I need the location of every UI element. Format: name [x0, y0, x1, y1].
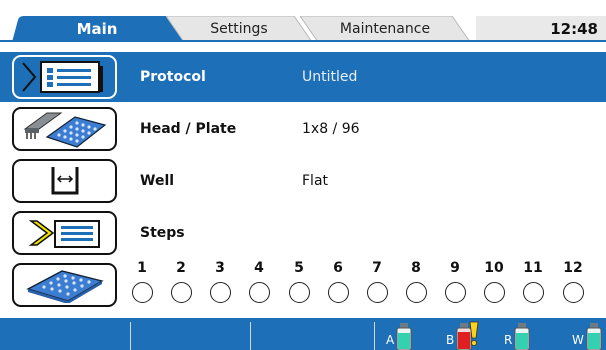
- reagent-a[interactable]: A: [386, 320, 412, 350]
- steps-button[interactable]: [12, 211, 117, 255]
- column-number: 5: [294, 260, 304, 276]
- column-10[interactable]: 10: [479, 258, 509, 303]
- steps-label: Steps: [140, 225, 185, 241]
- tab-bar: Main Settings Maintenance 12:48: [0, 0, 606, 42]
- column-toggle[interactable]: [405, 282, 427, 303]
- column-number: 12: [563, 260, 583, 276]
- tab-maintenance-label: Maintenance: [339, 21, 431, 37]
- column-12[interactable]: 12: [558, 258, 588, 303]
- row-head-plate[interactable]: Head / Plate 1x8 / 96: [0, 104, 606, 154]
- column-toggle[interactable]: [209, 282, 231, 303]
- tab-settings[interactable]: Settings: [166, 16, 312, 42]
- reagent-letter: A: [386, 333, 395, 347]
- column-number: 6: [333, 260, 343, 276]
- status-divider: [374, 322, 375, 350]
- bottle-warning-icon: [456, 321, 479, 350]
- status-divider: [250, 322, 251, 350]
- protocol-button[interactable]: [12, 55, 117, 99]
- plate-button[interactable]: [12, 263, 117, 307]
- column-number: 3: [215, 260, 225, 276]
- column-1[interactable]: 1: [127, 258, 157, 303]
- steps-list-icon: [28, 220, 100, 248]
- status-bar: A B R W: [0, 318, 606, 350]
- column-selector: 1 2 3 4 5 6 7 8 9 10 11 12: [127, 258, 597, 312]
- row-steps[interactable]: Steps: [0, 208, 606, 258]
- column-toggle[interactable]: [522, 282, 544, 303]
- column-toggle[interactable]: [288, 282, 310, 303]
- column-toggle[interactable]: [131, 282, 153, 303]
- tab-settings-label: Settings: [210, 21, 268, 37]
- well-shape-icon: [51, 167, 78, 195]
- row-protocol[interactable]: Protocol Untitled: [0, 52, 606, 102]
- well-value: Flat: [302, 173, 329, 189]
- protocol-label: Protocol: [140, 69, 206, 85]
- column-6[interactable]: 6: [323, 258, 353, 303]
- head-plate-value: 1x8 / 96: [302, 121, 360, 137]
- clock: 12:48: [476, 16, 606, 42]
- protocol-list-icon: [21, 61, 103, 93]
- bottle-icon: [396, 323, 412, 350]
- column-number: 4: [254, 260, 264, 276]
- head-plate-button[interactable]: [12, 107, 117, 151]
- bottle-icon: [514, 323, 530, 350]
- protocol-value: Untitled: [302, 69, 358, 85]
- dispense-head-plate-icon: [22, 112, 106, 148]
- column-8[interactable]: 8: [401, 258, 431, 303]
- column-2[interactable]: 2: [166, 258, 196, 303]
- column-toggle[interactable]: [366, 282, 388, 303]
- column-number: 11: [523, 260, 543, 276]
- tab-maintenance[interactable]: Maintenance: [300, 16, 470, 42]
- reagent-letter: W: [572, 333, 584, 347]
- head-plate-label: Head / Plate: [140, 121, 237, 137]
- column-toggle[interactable]: [327, 282, 349, 303]
- column-number: 1: [137, 260, 147, 276]
- column-5[interactable]: 5: [284, 258, 314, 303]
- row-well[interactable]: Well Flat: [0, 156, 606, 206]
- column-number: 10: [484, 260, 504, 276]
- column-3[interactable]: 3: [205, 258, 235, 303]
- column-7[interactable]: 7: [362, 258, 392, 303]
- column-number: 8: [411, 260, 421, 276]
- microplate-icon: [25, 270, 104, 303]
- reagent-b[interactable]: B: [446, 320, 482, 350]
- status-divider: [130, 322, 131, 350]
- column-toggle[interactable]: [248, 282, 270, 303]
- column-toggle[interactable]: [562, 282, 584, 303]
- column-11[interactable]: 11: [518, 258, 548, 303]
- tab-main[interactable]: Main: [8, 16, 186, 42]
- column-toggle[interactable]: [444, 282, 466, 303]
- column-number: 9: [450, 260, 460, 276]
- column-number: 2: [176, 260, 186, 276]
- reagent-r[interactable]: R: [504, 320, 530, 350]
- reagent-w[interactable]: W: [572, 320, 602, 350]
- column-4[interactable]: 4: [244, 258, 274, 303]
- well-button[interactable]: [12, 159, 117, 203]
- row-columns: 1 2 3 4 5 6 7 8 9 10 11 12: [0, 258, 606, 312]
- well-label: Well: [140, 173, 175, 189]
- reagent-letter: R: [504, 333, 513, 347]
- column-toggle[interactable]: [483, 282, 505, 303]
- column-number: 7: [372, 260, 382, 276]
- bottle-icon: [586, 323, 602, 350]
- reagent-letter: B: [446, 333, 455, 347]
- tab-main-label: Main: [76, 20, 118, 38]
- column-toggle[interactable]: [170, 282, 192, 303]
- tab-underline: [0, 40, 606, 42]
- column-9[interactable]: 9: [440, 258, 470, 303]
